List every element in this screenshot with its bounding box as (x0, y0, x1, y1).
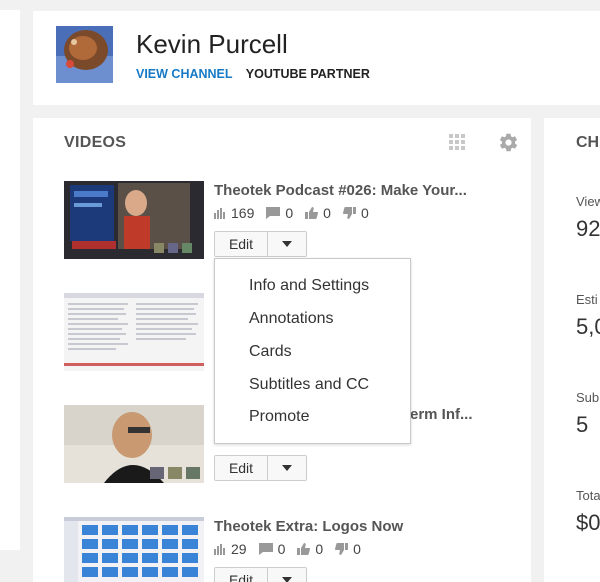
header-links: VIEW CHANNEL YOUTUBE PARTNER (136, 67, 370, 81)
comments-stat: 0 (266, 205, 293, 221)
likes-icon (297, 543, 311, 555)
video-thumbnail[interactable] (64, 405, 204, 483)
video-stats: 169 0 0 0 (214, 205, 381, 221)
youtube-partner-label: YOUTUBE PARTNER (245, 67, 370, 81)
likes-count: 0 (323, 205, 331, 221)
menu-item-info-settings[interactable]: Info and Settings (249, 277, 369, 295)
comments-count: 0 (277, 541, 286, 557)
stat-value: $0 (576, 510, 600, 535)
video-thumbnail[interactable] (64, 181, 204, 259)
channel-analytics-card: CH View 92 Esti 5,0 Sub 5 Tota $0 (544, 118, 600, 582)
edit-dropdown-toggle[interactable] (268, 568, 306, 582)
edit-button[interactable]: Edit (215, 456, 268, 480)
menu-item-subtitles-cc[interactable]: Subtitles and CC (249, 376, 369, 394)
video-title[interactable]: Theotek Podcast #026: Make Your... (214, 182, 467, 199)
edit-dropdown-toggle[interactable] (268, 232, 306, 256)
views-icon (214, 207, 225, 219)
view-channel-link[interactable]: VIEW CHANNEL (136, 67, 233, 81)
edit-dropdown-toggle[interactable] (268, 456, 306, 480)
dislikes-count: 0 (353, 541, 361, 557)
grid-icon[interactable] (449, 134, 466, 151)
stat-label: Sub (576, 390, 600, 405)
likes-icon (305, 207, 319, 219)
likes-count: 0 (315, 541, 324, 557)
dislikes-stat: 0 (342, 205, 369, 221)
chevron-down-icon (282, 577, 292, 582)
video-title[interactable]: erm Inf... (410, 406, 473, 423)
likes-stat: 0 (297, 541, 323, 557)
edit-button-group: Edit (214, 231, 307, 257)
dislikes-icon (335, 543, 349, 555)
analytics-title: CH (576, 134, 600, 151)
chevron-down-icon (282, 241, 292, 247)
dislikes-count: 0 (360, 205, 369, 221)
video-stats: 29 0 0 0 (214, 541, 373, 557)
stat-value: 5,0 (576, 314, 600, 339)
videos-title: VIDEOS (64, 134, 127, 151)
chevron-down-icon (282, 465, 292, 471)
stat-label: View (576, 194, 600, 209)
stat-value: 92 (576, 216, 600, 241)
edit-button[interactable]: Edit (215, 568, 268, 582)
menu-item-annotations[interactable]: Annotations (249, 310, 334, 328)
channel-header: Kevin Purcell VIEW CHANNEL YOUTUBE PARTN… (33, 11, 600, 105)
video-thumbnail[interactable] (64, 517, 204, 582)
views-stat: 169 (214, 205, 254, 221)
video-thumbnail[interactable] (64, 293, 204, 371)
avatar[interactable] (56, 26, 113, 83)
channel-name: Kevin Purcell (136, 29, 288, 59)
edit-dropdown-menu: Info and Settings Annotations Cards Subt… (214, 258, 411, 444)
comments-icon (258, 543, 273, 555)
stat-label: Tota (576, 488, 600, 503)
stat-label: Esti (576, 292, 598, 307)
dislikes-icon (342, 207, 356, 219)
menu-item-cards[interactable]: Cards (249, 343, 292, 361)
gear-icon[interactable] (498, 132, 519, 153)
comments-icon (266, 207, 281, 219)
dislikes-stat: 0 (335, 541, 361, 557)
views-icon (214, 543, 225, 555)
edit-button[interactable]: Edit (215, 232, 268, 256)
likes-stat: 0 (305, 205, 331, 221)
views-stat: 29 (214, 541, 247, 557)
video-title[interactable]: Theotek Extra: Logos Now (214, 518, 403, 535)
edit-button-group: Edit (214, 567, 307, 582)
comments-count: 0 (285, 205, 294, 221)
left-sidebar-panel (0, 10, 20, 550)
views-count: 29 (231, 541, 247, 557)
stat-value: 5 (576, 412, 589, 437)
menu-item-promote[interactable]: Promote (249, 408, 309, 426)
edit-button-group: Edit (214, 455, 307, 481)
comments-stat: 0 (258, 541, 286, 557)
views-count: 169 (231, 205, 255, 221)
